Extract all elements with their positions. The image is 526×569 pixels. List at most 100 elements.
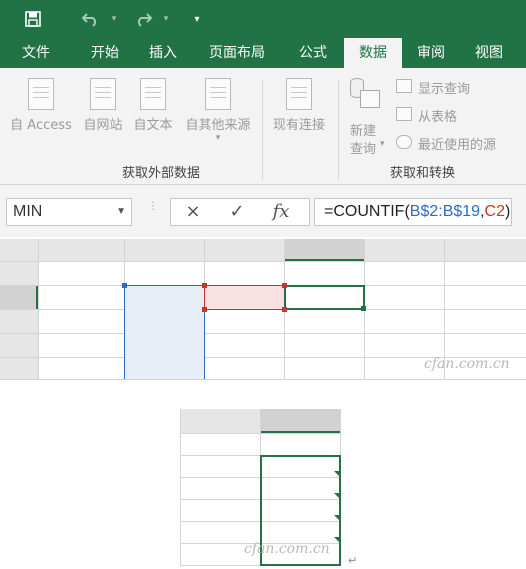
mini-column-header-c (180, 409, 260, 433)
undo-icon[interactable] (76, 0, 106, 38)
from-other-sources-button[interactable]: 自其他来源 ▾ (180, 78, 256, 143)
column-header-b[interactable] (124, 239, 204, 261)
fill-handle[interactable] (202, 307, 207, 312)
cell-c3[interactable] (204, 309, 284, 333)
range-highlight-b (124, 285, 205, 379)
new-query-label-line2: 查询 (350, 142, 377, 157)
column-header-a[interactable] (38, 239, 124, 261)
paragraph-mark-icon: ↵ (348, 554, 358, 567)
column-header-e[interactable] (364, 239, 444, 261)
ribbon-tabs: 文件 开始 插入 页面布局 公式 数据 审阅 视图 (0, 38, 526, 68)
cell-d4[interactable] (284, 333, 364, 357)
cell-e2[interactable] (364, 285, 444, 309)
error-indicator-icon (334, 515, 340, 521)
cell-c5[interactable] (204, 357, 284, 379)
formula-input[interactable]: =COUNTIF(B$2:B$19,C2)| (314, 198, 512, 226)
cell-a5[interactable] (38, 357, 124, 379)
fill-handle[interactable] (282, 283, 287, 288)
name-box-value: MIN (13, 203, 43, 220)
tab-page-layout[interactable]: 页面布局 (198, 38, 276, 68)
cell-c1[interactable] (204, 261, 284, 285)
ribbon: 自 Access 自网站 自文本 自其他来源 ▾ 现有连接 获取外部数据 新建 … (0, 68, 526, 185)
insert-function-icon[interactable]: fx (263, 199, 299, 225)
mini-cell-c4 (180, 499, 260, 521)
cell-e3[interactable] (364, 309, 444, 333)
formula-buttons: × ✓ fx (170, 198, 310, 226)
tab-review[interactable]: 审阅 (408, 38, 454, 68)
customize-icon[interactable]: ▾ (190, 0, 204, 38)
cell-d1[interactable] (284, 261, 364, 285)
range-highlight-c2 (204, 285, 285, 310)
row-header-2[interactable] (0, 285, 38, 309)
active-cell-d2 (284, 285, 365, 310)
tab-home[interactable]: 开始 (80, 38, 130, 68)
fill-handle[interactable] (361, 306, 366, 311)
cell-a4[interactable] (38, 333, 124, 357)
cancel-icon[interactable]: × (175, 199, 211, 225)
database-table-icon (350, 78, 380, 114)
watermark: cfan.com.cn (244, 541, 330, 557)
cell-f2[interactable] (444, 285, 526, 309)
mini-cell-d1 (260, 433, 340, 455)
from-web-label: 自网站 (83, 118, 123, 133)
cell-f1[interactable] (444, 261, 526, 285)
cell-e1[interactable] (364, 261, 444, 285)
save-icon[interactable] (20, 0, 46, 38)
cell-d3[interactable] (284, 309, 364, 333)
tab-formulas[interactable]: 公式 (288, 38, 338, 68)
column-header-c[interactable] (204, 239, 284, 261)
connections-icon (286, 78, 312, 110)
mini-cell-c3 (180, 477, 260, 499)
column-header-d[interactable] (284, 239, 364, 261)
fill-handle[interactable] (122, 283, 127, 288)
tab-insert[interactable]: 插入 (138, 38, 188, 68)
undo-dropdown-icon[interactable]: ▾ (108, 0, 120, 38)
mini-cell-c2 (180, 455, 260, 477)
from-access-label: 自 Access (10, 118, 72, 133)
existing-connections-button[interactable]: 现有连接 (268, 78, 330, 133)
error-indicator-icon (334, 537, 340, 543)
show-queries-button[interactable]: 显示查询 (394, 76, 522, 98)
show-queries-label: 显示查询 (418, 82, 471, 97)
cell-a2[interactable] (38, 285, 124, 309)
cell-d5[interactable] (284, 357, 364, 379)
globe-icon (90, 78, 116, 110)
from-text-button[interactable]: 自文本 (130, 78, 176, 133)
row-header-4[interactable] (0, 333, 38, 357)
select-all-corner[interactable] (0, 239, 38, 261)
cell-a3[interactable] (38, 309, 124, 333)
column-header-f[interactable] (444, 239, 526, 261)
other-sources-icon (205, 78, 231, 110)
redo-icon[interactable] (128, 0, 158, 38)
row-header-3[interactable] (0, 309, 38, 333)
cell-a1[interactable] (38, 261, 124, 285)
row-header-5[interactable] (0, 357, 38, 379)
row-header-1[interactable] (0, 261, 38, 285)
cell-c4[interactable] (204, 333, 284, 357)
tab-view[interactable]: 视图 (466, 38, 512, 68)
name-box[interactable]: MIN ▼ (6, 198, 132, 226)
tab-data[interactable]: 数据 (344, 38, 402, 68)
new-query-label-line1: 新建 (350, 124, 377, 139)
cell-f4[interactable] (444, 333, 526, 357)
fill-handle[interactable] (202, 283, 207, 288)
resize-handle-icon[interactable]: ⋮ (148, 202, 158, 220)
tab-file[interactable]: 文件 (10, 38, 62, 68)
from-text-label: 自文本 (133, 118, 173, 133)
from-table-button[interactable]: 从表格 (394, 104, 522, 126)
title-bar: ▾ ▾ ▾ (0, 0, 526, 38)
mini-cell-c5 (180, 521, 260, 543)
redo-dropdown-icon[interactable]: ▾ (160, 0, 172, 38)
chevron-down-icon[interactable]: ▼ (116, 199, 126, 225)
from-access-button[interactable]: 自 Access (5, 78, 77, 133)
enter-icon[interactable]: ✓ (219, 199, 255, 225)
fill-handle[interactable] (282, 307, 287, 312)
formula-bar: MIN ▼ ⋮ × ✓ fx =COUNTIF(B$2:B$19,C2)| (0, 185, 526, 237)
from-web-button[interactable]: 自网站 (80, 78, 126, 133)
recent-sources-button[interactable]: 最近使用的源 (394, 132, 522, 154)
cell-b1[interactable] (124, 261, 204, 285)
cell-e4[interactable] (364, 333, 444, 357)
new-query-button[interactable]: 新建 查询 ▾ (344, 74, 390, 160)
cell-f3[interactable] (444, 309, 526, 333)
mini-column-header-d (260, 409, 340, 433)
